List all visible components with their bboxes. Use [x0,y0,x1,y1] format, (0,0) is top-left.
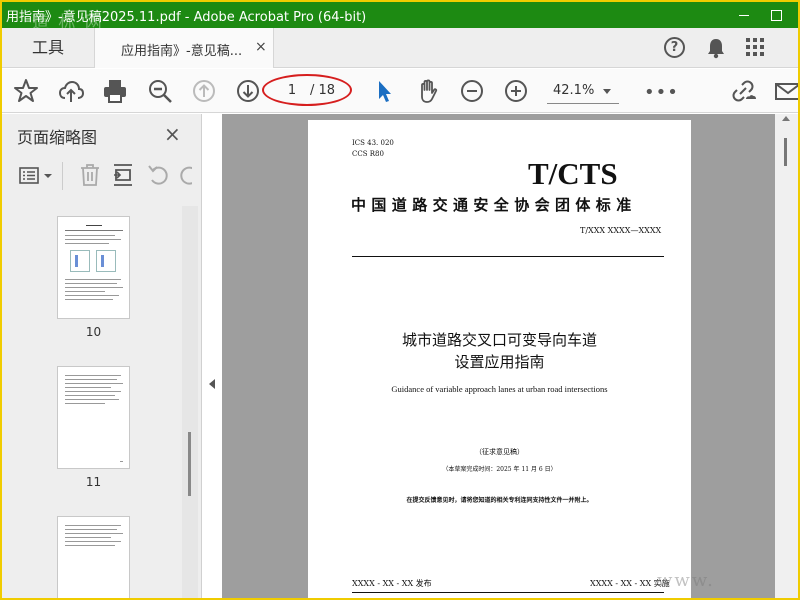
tab-document-label: 应用指南》-意见稿... [121,44,243,59]
more-options-icon[interactable]: ••• [644,82,679,103]
page-thumbnail[interactable] [57,516,130,598]
next-page-icon[interactable] [234,77,262,105]
previous-page-icon[interactable] [190,77,218,105]
annotation-circle [262,74,352,106]
close-icon[interactable]: × [164,122,181,146]
page-canvas[interactable]: ICS 43. 020 CCS R80 T/CTS 中国道路交通安全协会团体标准… [222,114,775,598]
document-title-english: Guidance of variable approach lanes at u… [391,384,608,394]
collapse-panel-button[interactable] [203,114,222,598]
patent-note: 在提交反馈意见时，请将您知道的相关专利连同支持性文件一并附上。 [406,497,593,504]
page-thumbnail[interactable] [57,366,130,469]
apps-grid-icon[interactable] [746,38,765,57]
zoom-out-icon[interactable] [146,77,174,105]
thumbnail-page-number: 11 [85,475,102,489]
page-thumbnail[interactable] [57,216,130,319]
thumbnail-page-number: 10 [85,325,102,339]
chevron-down-icon [603,89,611,94]
draft-label: （征求意见稿） [475,448,524,456]
help-icon[interactable]: ? [664,37,685,58]
tab-tools[interactable]: 工具 [2,28,94,68]
ccs-code: CCS R80 [352,150,384,158]
cloud-upload-icon[interactable] [57,77,85,105]
thumbnail-panel: 页面缩略图 × 10 11 [2,114,202,598]
document-title-line2: 设置应用指南 [454,353,545,371]
rotate-right-icon[interactable] [178,162,192,188]
panel-scrollbar[interactable] [182,206,198,598]
share-link-icon[interactable] [729,77,757,105]
publish-date-label: XXXX - XX - XX 发布 [352,579,432,588]
scrollbar-thumb[interactable] [188,432,191,496]
email-icon[interactable] [774,77,798,105]
bell-icon[interactable] [706,37,726,64]
draft-date: （本草案完成时间：2025 年 11 月 6 日） [442,466,557,473]
main-toolbar: / 18 42.1% ••• [2,69,798,113]
zoom-in-circle-icon[interactable] [502,77,530,105]
chevron-left-icon [209,379,215,389]
acrobat-window: 用指南》-意见稿2025.11.pdf - Adobe Acrobat Pro … [2,2,798,598]
zoom-dropdown[interactable]: 42.1% [547,78,619,104]
header-rule [352,256,664,257]
scrollbar-thumb[interactable] [784,138,787,166]
select-cursor-icon[interactable] [370,77,398,105]
pdf-page: ICS 43. 020 CCS R80 T/CTS 中国道路交通安全协会团体标准… [308,120,691,598]
divider [62,162,63,190]
hand-tool-icon[interactable] [414,77,442,105]
document-scrollbar[interactable] [775,114,798,598]
zoom-out-circle-icon[interactable] [458,77,486,105]
thumbnail-options-icon[interactable] [18,164,56,188]
footer-rule [352,592,664,593]
thumbnail-list: 10 11 [2,206,180,598]
watermark-text: www. [657,570,715,591]
panel-title: 页面缩略图 [17,128,98,147]
minimize-button[interactable] [728,2,760,28]
title-bar: 用指南》-意见稿2025.11.pdf - Adobe Acrobat Pro … [2,2,798,33]
tab-document[interactable]: 应用指南》-意见稿... × [94,28,274,68]
insert-page-icon[interactable] [110,162,136,188]
ics-code: ICS 43. 020 [352,139,394,147]
standard-mark: T/CTS [528,156,618,191]
delete-icon[interactable] [78,162,102,188]
tab-bar: 工具 应用指南》-意见稿... × ? [2,28,798,68]
star-icon[interactable] [12,77,40,105]
standard-number: T/XXX XXXX—XXXX [580,226,662,235]
scroll-up-icon[interactable] [782,116,790,121]
organization-name: 中国道路交通安全协会团体标准 [351,196,637,214]
zoom-value: 42.1% [553,83,595,98]
rotate-left-icon[interactable] [146,162,170,188]
maximize-button[interactable] [760,2,792,28]
print-icon[interactable] [101,77,129,105]
close-icon[interactable]: × [255,39,267,55]
document-area: ICS 43. 020 CCS R80 T/CTS 中国道路交通安全协会团体标准… [203,114,798,598]
panel-toolbar [2,158,202,194]
document-title-line1: 城市道路交叉口可变导向车道 [401,331,597,349]
